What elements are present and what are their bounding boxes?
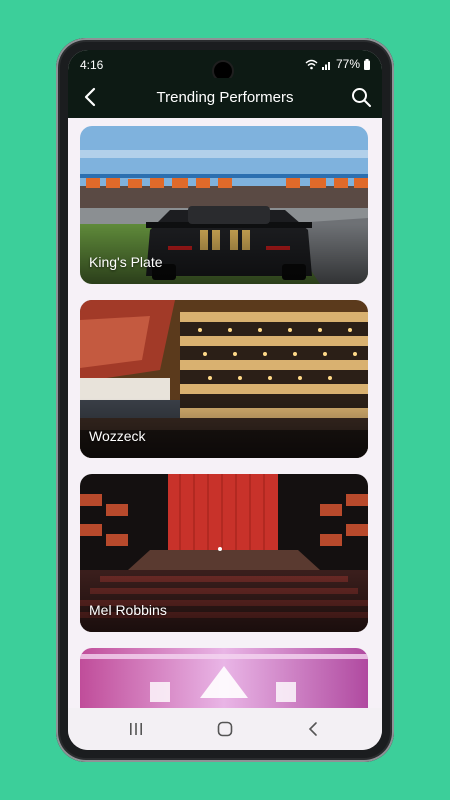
performer-card[interactable] [80, 648, 368, 708]
performer-name: Mel Robbins [89, 602, 167, 618]
page-title: Trending Performers [156, 89, 294, 106]
app-bar: Trending Performers [68, 78, 382, 118]
performer-name: King's Plate [89, 254, 163, 270]
battery-percent: 77% [335, 57, 360, 71]
performer-name: Wozzeck [89, 428, 146, 444]
signal-icon [321, 61, 330, 70]
performer-card[interactable]: Mel Robbins [80, 474, 368, 632]
performer-image [80, 648, 368, 708]
battery-icon [364, 58, 370, 70]
performer-list: King's Plate Wozzeck Mel Robbins [68, 118, 382, 708]
performer-card[interactable]: King's Plate [80, 126, 368, 284]
recents-icon[interactable] [126, 719, 146, 739]
app-screen: 4:16 77% Trending Performers King's Plat… [68, 50, 382, 750]
status-icons: 77% [305, 57, 370, 71]
status-bar: 4:16 77% [68, 50, 382, 80]
system-nav-bar [68, 708, 382, 750]
status-time: 4:16 [80, 58, 104, 72]
wifi-icon [305, 59, 318, 69]
nav-back-icon[interactable] [304, 719, 324, 739]
performer-card[interactable]: Wozzeck [80, 300, 368, 458]
search-icon[interactable] [350, 86, 372, 108]
home-icon[interactable] [215, 719, 235, 739]
